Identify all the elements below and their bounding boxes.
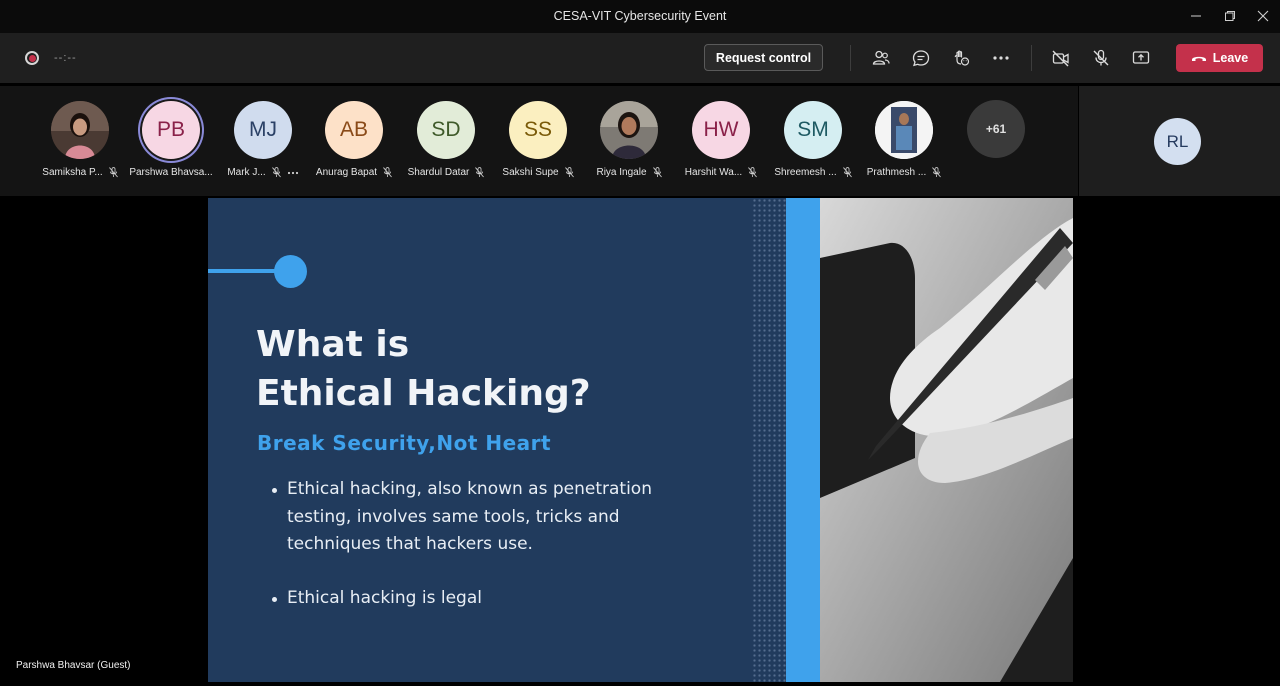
participant-name: Parshwa Bhavsa... (129, 167, 213, 178)
mic-off-icon[interactable] (1089, 46, 1113, 70)
participant-name: Harshit Wa... (684, 167, 743, 178)
phone-hangup-icon (1191, 56, 1206, 61)
participant-name: Shreemesh ... (774, 167, 837, 178)
minimize-icon[interactable] (1180, 4, 1212, 28)
slide-blue-bar (786, 198, 820, 682)
participant-tile[interactable]: SS Sakshi Supe (493, 86, 583, 196)
more-options-icon[interactable] (989, 46, 1013, 70)
participant-name: Sakshi Supe (502, 167, 559, 178)
participant-tile[interactable]: HW Harshit Wa... (676, 86, 766, 196)
more-participants-button[interactable]: +61 (967, 100, 1025, 158)
mic-off-icon (652, 167, 662, 178)
participant-tile[interactable]: Samiksha P... (35, 86, 125, 196)
avatar (600, 101, 658, 159)
people-icon[interactable] (869, 46, 893, 70)
mic-off-icon (932, 167, 942, 178)
mic-off-icon (271, 167, 281, 178)
avatar: AB (325, 101, 383, 159)
reactions-icon[interactable] (949, 46, 973, 70)
participant-tile[interactable]: SM Shreemesh ... (768, 86, 858, 196)
avatar: PB (142, 101, 200, 159)
slide-dot-pattern (752, 198, 786, 682)
mic-off-icon (108, 167, 118, 178)
slide-heading-line2: Ethical Hacking? (256, 373, 591, 414)
mic-off-icon (842, 167, 852, 178)
slide-heading-line1: What is (256, 324, 410, 365)
participant-tile[interactable]: Prathmesh ... (859, 86, 949, 196)
participants-strip: Samiksha P... PB Parshwa Bhavsa... MJ Ma… (0, 86, 1078, 196)
participant-tile[interactable]: Riya Ingale (584, 86, 674, 196)
mic-off-icon (383, 167, 392, 178)
chat-icon[interactable] (909, 46, 933, 70)
toolbar-divider (850, 45, 851, 71)
participant-more-icon[interactable] (287, 171, 299, 175)
slide-bullet: Ethical hacking is legal (272, 585, 687, 613)
participant-tile[interactable]: AB Anurag Bapat (309, 86, 399, 196)
avatar (875, 101, 933, 159)
self-avatar: RL (1154, 118, 1201, 165)
avatar: SD (417, 101, 475, 159)
restore-icon[interactable] (1214, 4, 1246, 28)
slide-bullet: Ethical hacking, also known as penetrati… (272, 476, 687, 559)
toolbar-divider (1031, 45, 1032, 71)
slide-subheading: Break Security,Not Heart (257, 431, 552, 455)
slide-accent-dot (274, 255, 307, 288)
participant-tile[interactable]: PB Parshwa Bhavsa... (126, 86, 216, 196)
slide-heading: What is Ethical Hacking? (256, 320, 591, 418)
avatar: SM (784, 101, 842, 159)
participant-name: Mark J... (227, 167, 266, 178)
participant-name: Samiksha P... (42, 167, 103, 178)
participant-tile[interactable]: SD Shardul Datar (401, 86, 491, 196)
participant-tile[interactable]: MJ Mark J... (218, 86, 308, 196)
avatar: HW (692, 101, 750, 159)
share-screen-icon[interactable] (1129, 46, 1153, 70)
window-title: CESA-VIT Cybersecurity Event (553, 9, 727, 23)
participant-name: Shardul Datar (407, 167, 470, 178)
leave-button[interactable]: Leave (1176, 44, 1263, 72)
window-title-bar: CESA-VIT Cybersecurity Event (0, 0, 1280, 33)
meeting-toolbar: --:-- Request control Leave (0, 33, 1280, 83)
request-control-button[interactable]: Request control (704, 44, 823, 71)
presentation-slide: What is Ethical Hacking? Break Security,… (208, 198, 1073, 682)
meeting-timer: --:-- (54, 52, 77, 64)
avatar: MJ (234, 101, 292, 159)
recording-indicator-icon (25, 51, 39, 65)
participant-name: Anurag Bapat (315, 167, 378, 178)
participant-name: Prathmesh ... (866, 167, 927, 178)
avatar (51, 101, 109, 159)
mic-off-icon (564, 167, 574, 178)
mic-off-icon (748, 167, 758, 178)
slide-accent-line (208, 269, 278, 273)
close-icon[interactable] (1247, 4, 1279, 28)
slide-bullet-list: Ethical hacking, also known as penetrati… (272, 476, 687, 638)
mic-off-icon (475, 167, 485, 178)
leave-label: Leave (1212, 51, 1249, 65)
participant-name: Riya Ingale (596, 167, 647, 178)
presenter-name-label: Parshwa Bhavsar (Guest) (16, 660, 131, 671)
slide-photo-hand-with-pen (820, 198, 1073, 682)
avatar: SS (509, 101, 567, 159)
camera-off-icon[interactable] (1049, 46, 1073, 70)
